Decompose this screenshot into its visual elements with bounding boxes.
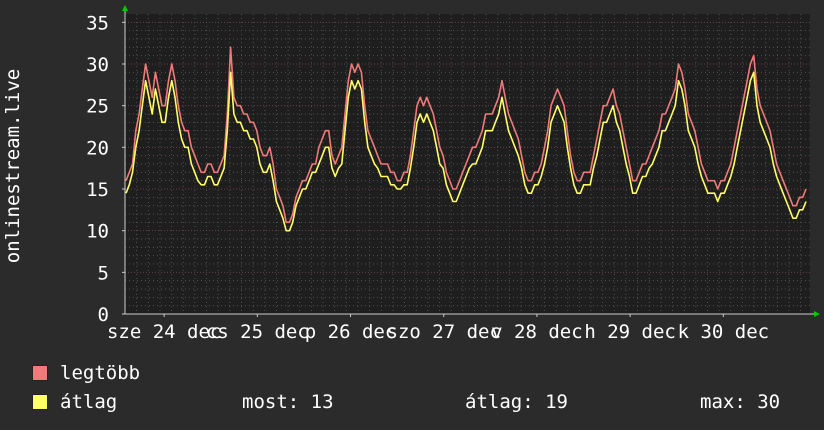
y-axis-label: onlinestream.live	[2, 69, 24, 263]
x-tick-label: k 30 dec	[678, 321, 770, 343]
x-tick-label: szo 27 dec	[387, 321, 501, 343]
x-tick-label: v 28 dec	[491, 321, 583, 343]
stat-now: most: 13	[242, 391, 334, 413]
legend-label-max: legtöbb	[60, 362, 141, 384]
x-tick-label: h 29 dec	[584, 321, 676, 343]
y-tick-label: 10	[86, 221, 109, 243]
legend-label-avg: átlag	[60, 391, 118, 413]
y-axis-arrow	[122, 5, 128, 11]
legend-swatch-max	[32, 365, 48, 381]
y-tick-label: 25	[86, 96, 109, 118]
x-tick-label: sze 24 dec	[107, 321, 221, 343]
legend-swatch-avg	[32, 394, 48, 410]
y-tick-label: 20	[86, 137, 109, 159]
legend-item-max: legtöbb	[32, 362, 140, 384]
y-tick-label: 5	[98, 262, 109, 284]
x-tick-label: p 26 dec	[305, 321, 397, 343]
x-axis-arrow	[814, 311, 820, 317]
x-tick-label: cs 25 dec	[206, 321, 309, 343]
y-tick-label: 30	[86, 54, 109, 76]
y-tick-label: 15	[86, 179, 109, 201]
legend-item-avg: átlag	[32, 391, 117, 413]
y-tick-label: 35	[86, 12, 109, 34]
stat-avg: átlag: 19	[465, 391, 568, 413]
stat-max: max: 30	[700, 391, 781, 413]
